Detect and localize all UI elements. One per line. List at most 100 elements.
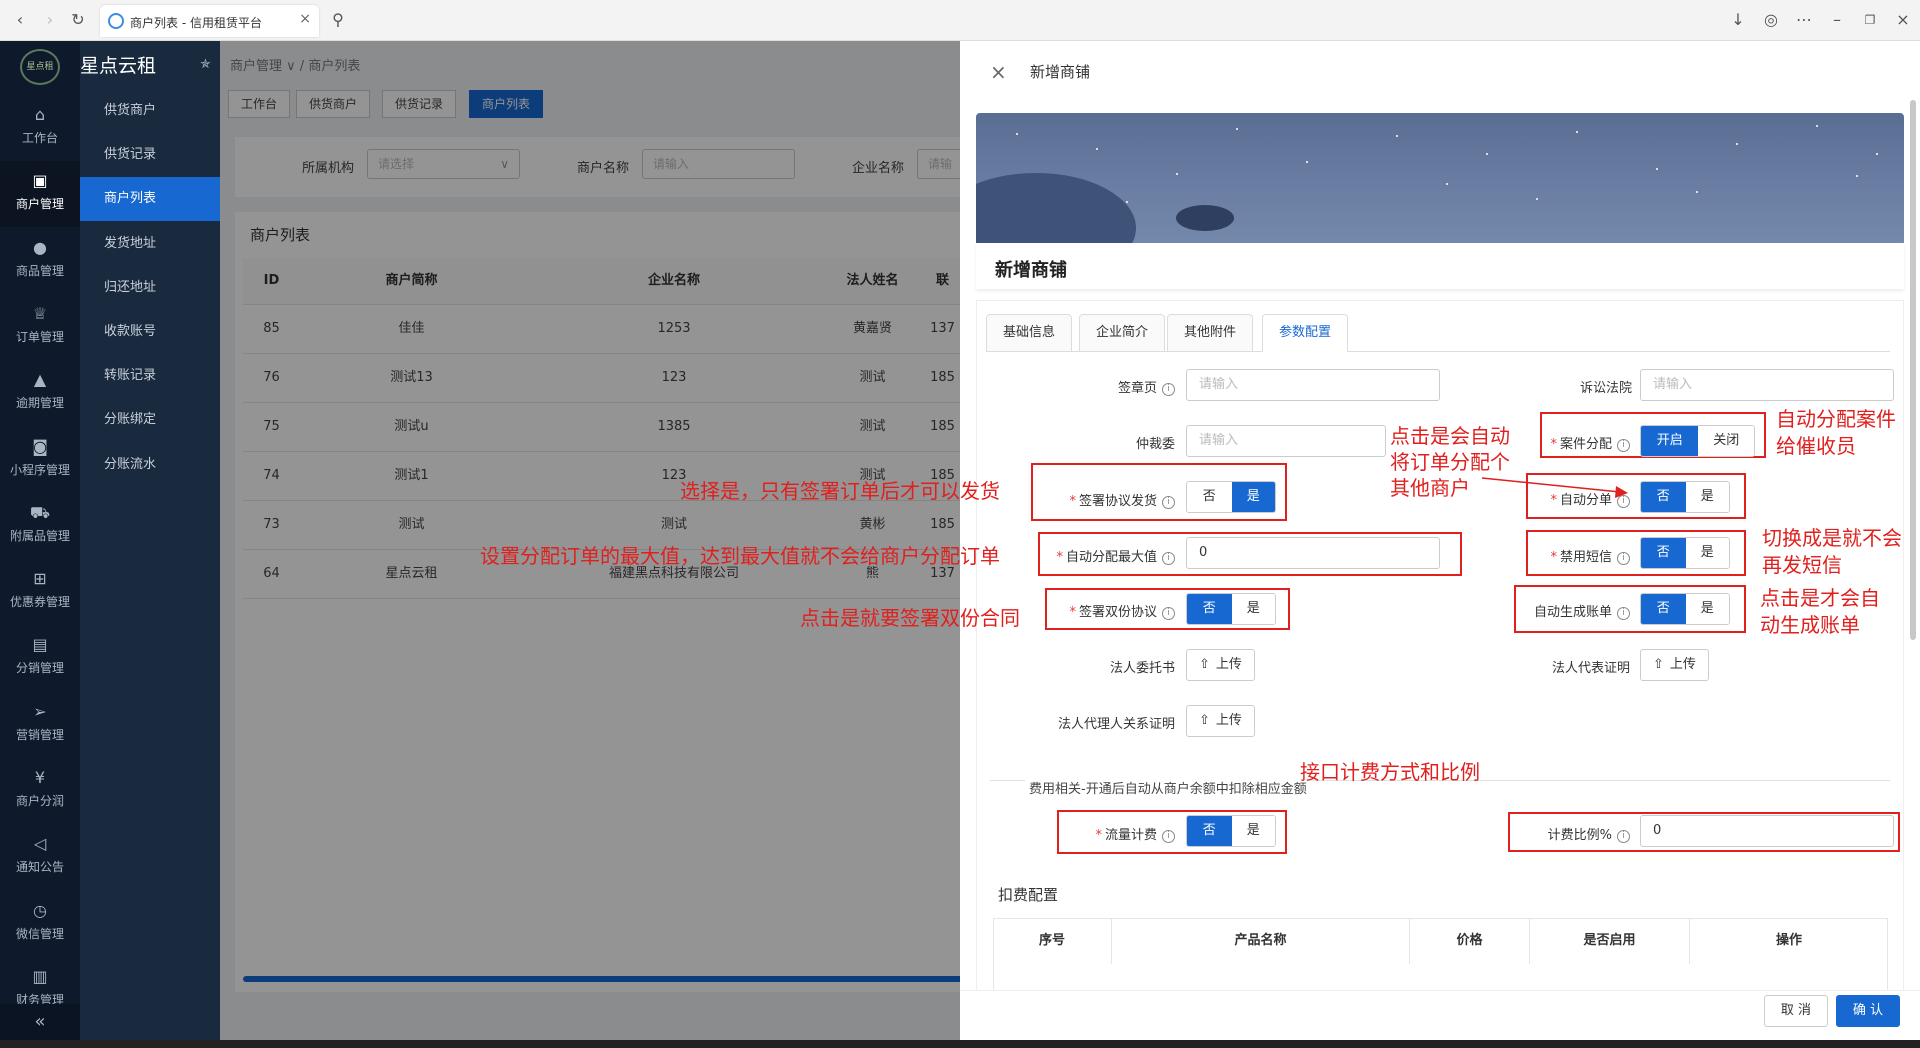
- sub-nav-item[interactable]: 分账绑定: [80, 398, 220, 442]
- deduct-table-header: 是否启用: [1530, 918, 1690, 964]
- forward-icon[interactable]: ›: [38, 8, 62, 32]
- info-icon[interactable]: i: [1617, 830, 1630, 843]
- sidebar-item-1[interactable]: ▣ 商户管理: [0, 161, 80, 228]
- auto-split-toggle[interactable]: 否 是: [1640, 481, 1730, 513]
- sub-navigation: 星点云租 ✯ 供货商户 供货记录 商户列表 发货地址 归还地址 收款账号 转账记录 分账绑定分…: [80, 41, 220, 1041]
- sidebar-item-11[interactable]: ◁ 通知公告: [0, 824, 80, 890]
- finance-icon: ▥: [32, 966, 48, 986]
- refresh-icon[interactable]: ↻: [66, 8, 90, 32]
- banner-island: [1176, 205, 1234, 231]
- legal-auth-upload-button[interactable]: ⇧ 上传: [1186, 649, 1255, 681]
- sidebar-item-3[interactable]: ♕ 订单管理: [0, 294, 80, 360]
- auto-bill-toggle[interactable]: 否 是: [1640, 593, 1730, 625]
- star: [1126, 201, 1128, 203]
- drawer-scrollbar[interactable]: [1910, 100, 1916, 640]
- sidebar-item-label: 通知公告: [15, 860, 64, 875]
- sms-disable-no[interactable]: 否: [1641, 538, 1686, 568]
- auto-split-no[interactable]: 否: [1641, 482, 1686, 512]
- sidebar-item-7[interactable]: ⊞ 优惠券管理: [0, 559, 80, 625]
- sub-nav-item[interactable]: 供货商户: [80, 89, 220, 133]
- auto-split-yes[interactable]: 是: [1685, 482, 1729, 512]
- info-icon[interactable]: i: [1162, 830, 1175, 843]
- info-icon[interactable]: i: [1162, 383, 1175, 396]
- sidebar-item-2[interactable]: ● 商品管理: [0, 228, 80, 294]
- pin-icon[interactable]: ✯: [200, 57, 211, 72]
- dual-sign-toggle[interactable]: 否 是: [1186, 593, 1276, 625]
- dual-sign-no[interactable]: 否: [1187, 594, 1232, 624]
- info-icon[interactable]: i: [1162, 607, 1175, 620]
- case-assign-on[interactable]: 开启: [1641, 426, 1699, 456]
- sub-nav-item[interactable]: 转账记录: [80, 354, 220, 398]
- case-assign-off[interactable]: 关闭: [1698, 426, 1754, 456]
- info-icon[interactable]: i: [1617, 552, 1630, 565]
- cancel-button[interactable]: 取 消: [1764, 995, 1828, 1027]
- close-icon[interactable]: ×: [990, 60, 1007, 84]
- annotation-text: 选择是，只有签署订单后才可以发货: [680, 479, 1000, 503]
- sub-nav-item[interactable]: 供货记录: [80, 133, 220, 177]
- drawer-tab[interactable]: 参数配置: [1262, 314, 1349, 352]
- annotation-text: 其他商户: [1390, 476, 1470, 500]
- browser-tab[interactable]: 商户列表 - 信用租赁平台 ×: [100, 5, 319, 37]
- sign-ship-no[interactable]: 否: [1187, 482, 1232, 512]
- globe-icon[interactable]: ◎: [1759, 8, 1783, 32]
- close-window-icon[interactable]: ×: [1891, 8, 1915, 32]
- sidebar-item-9[interactable]: ➢ 营销管理: [0, 692, 80, 758]
- auto-max-label: * 自动分配最大值 i: [1040, 546, 1175, 565]
- drawer-tab[interactable]: 基础信息: [986, 314, 1073, 352]
- deduct-table-header: 产品名称: [1112, 918, 1410, 964]
- legal-cert-upload-button[interactable]: ⇧ 上传: [1640, 649, 1709, 681]
- agent-proof-upload-button[interactable]: ⇧ 上传: [1186, 705, 1255, 737]
- more-icon[interactable]: ⋯: [1792, 8, 1816, 32]
- drawer-tab[interactable]: 其他附件: [1167, 314, 1254, 352]
- restore-icon[interactable]: ❐: [1858, 8, 1882, 32]
- case-assign-toggle[interactable]: 开启 关闭: [1640, 425, 1755, 457]
- sms-disable-yes[interactable]: 是: [1685, 538, 1729, 568]
- sign-ship-yes[interactable]: 是: [1231, 482, 1275, 512]
- bag-icon: ▣: [32, 171, 48, 191]
- sidebar-item-4[interactable]: ▲ 逾期管理: [0, 360, 80, 426]
- sidebar-item-8[interactable]: ▤ 分销管理: [0, 625, 80, 691]
- dual-sign-label: * 签署双份协议 i: [1040, 601, 1175, 620]
- star: [1446, 183, 1448, 185]
- dual-sign-yes[interactable]: 是: [1231, 594, 1275, 624]
- court-input[interactable]: 请输入: [1640, 369, 1894, 401]
- sub-nav-item[interactable]: 发货地址: [80, 222, 220, 266]
- sidebar-item-0[interactable]: ⌂ 工作台: [0, 95, 80, 161]
- close-tab-icon[interactable]: ×: [299, 11, 311, 27]
- sub-nav-item[interactable]: 商户列表: [80, 177, 220, 222]
- auto-bill-no[interactable]: 否: [1641, 594, 1686, 624]
- info-icon[interactable]: i: [1617, 439, 1630, 452]
- sign-ship-toggle[interactable]: 否 是: [1186, 481, 1276, 513]
- sub-nav-item[interactable]: 收款账号: [80, 310, 220, 354]
- fee-ratio-input[interactable]: 0: [1640, 815, 1894, 847]
- logo: 星点租: [20, 49, 60, 85]
- sms-disable-toggle[interactable]: 否 是: [1640, 537, 1730, 569]
- collapse-sidebar-icon[interactable]: «: [0, 1004, 80, 1040]
- info-icon[interactable]: i: [1162, 552, 1175, 565]
- minimize-icon[interactable]: –: [1825, 8, 1849, 32]
- sub-nav-item[interactable]: 分账流水: [80, 443, 220, 487]
- seal-page-input[interactable]: 请输入: [1186, 369, 1440, 401]
- auto-max-input[interactable]: 0: [1186, 537, 1440, 569]
- traffic-fee-toggle[interactable]: 否 是: [1186, 815, 1276, 847]
- drawer-tab[interactable]: 企业简介: [1079, 314, 1166, 352]
- send-icon: ➢: [33, 701, 47, 721]
- sidebar-item-12[interactable]: ◷ 微信管理: [0, 891, 80, 957]
- sidebar-item-10[interactable]: ¥ 商户分润: [0, 758, 80, 824]
- sidebar-item-6[interactable]: ⛟ 附属品管理: [0, 493, 80, 559]
- sidebar-item-5[interactable]: ◙ 小程序管理: [0, 427, 80, 493]
- sidebar-item-label: 逾期管理: [15, 396, 64, 411]
- traffic-fee-yes[interactable]: 是: [1231, 816, 1275, 846]
- court-label: 诉讼法院: [1579, 381, 1632, 396]
- info-icon[interactable]: i: [1162, 496, 1175, 509]
- info-icon[interactable]: i: [1617, 607, 1630, 620]
- back-icon[interactable]: ‹: [8, 8, 32, 32]
- sign-ship-label: * 签署协议发货 i: [1040, 490, 1175, 509]
- traffic-fee-no[interactable]: 否: [1187, 816, 1232, 846]
- download-icon[interactable]: ↓: [1726, 8, 1750, 32]
- search-icon[interactable]: ⚲: [326, 8, 350, 32]
- auto-bill-yes[interactable]: 是: [1685, 594, 1729, 624]
- confirm-button[interactable]: 确 认: [1836, 995, 1900, 1027]
- sub-nav-item[interactable]: 归还地址: [80, 266, 220, 310]
- arbitration-input[interactable]: 请输入: [1186, 425, 1386, 457]
